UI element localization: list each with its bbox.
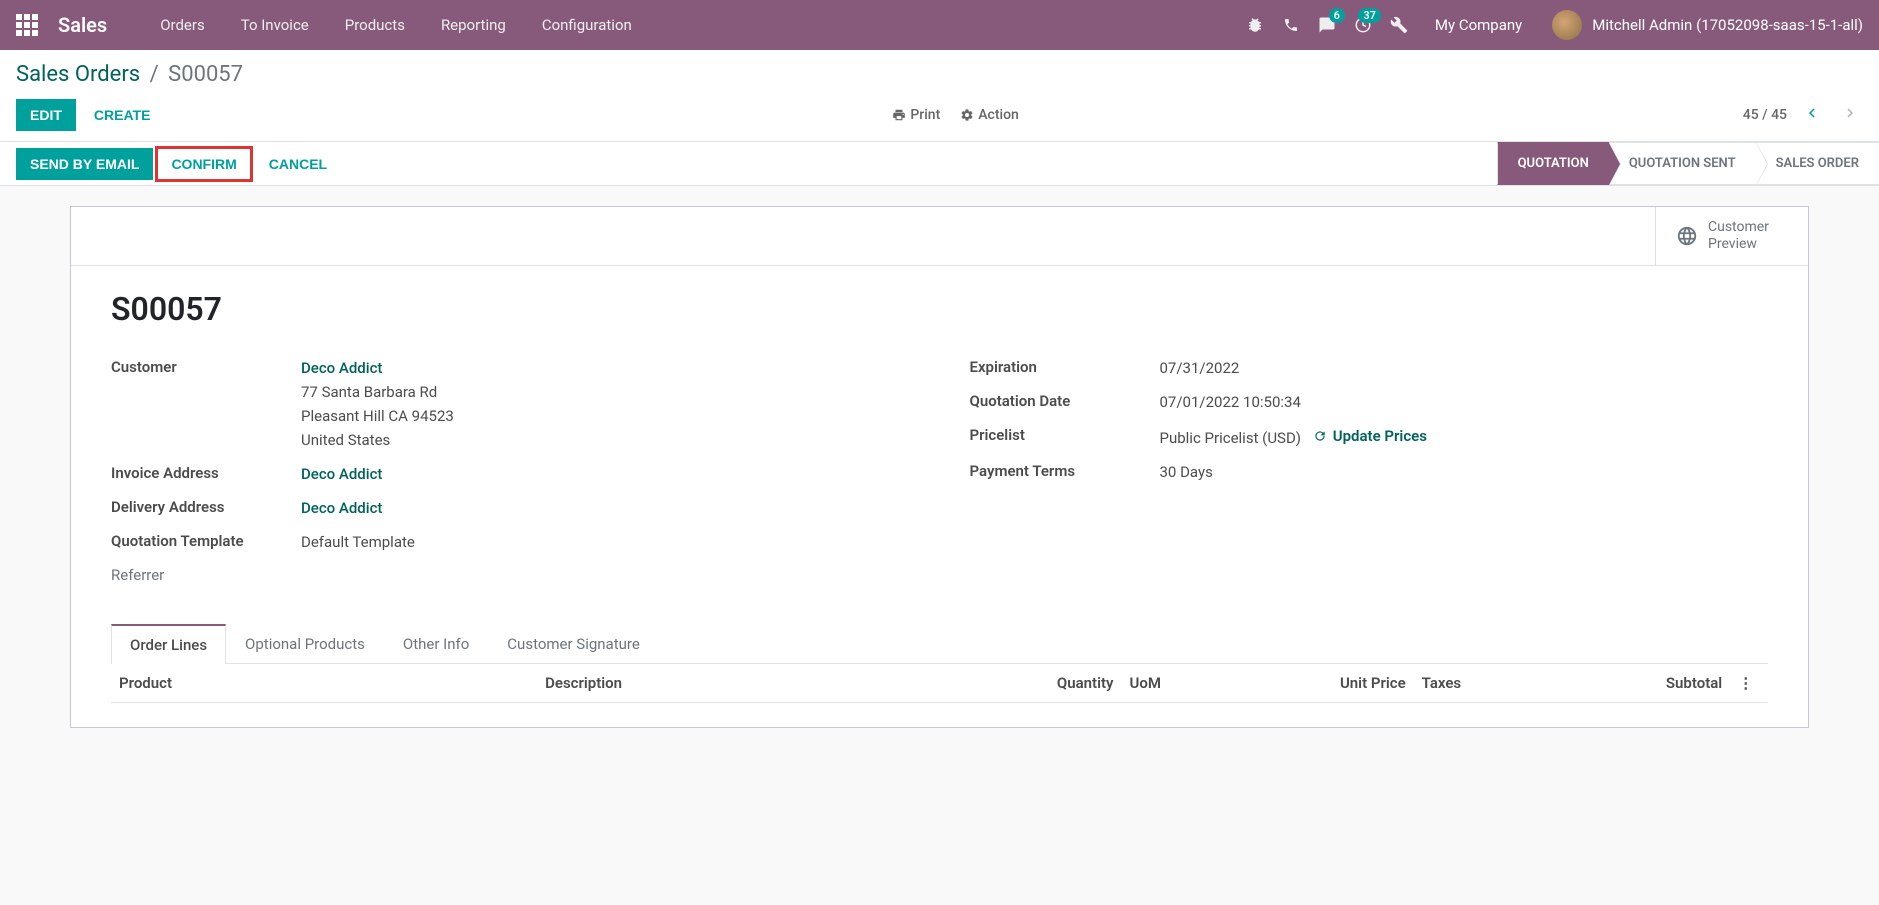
user-name: Mitchell Admin (17052098-saas-15-1-all) <box>1592 16 1863 34</box>
label-referrer: Referrer <box>111 564 301 584</box>
breadcrumb: Sales Orders / S00057 <box>16 62 243 87</box>
tab-order-lines[interactable]: Order Lines <box>111 624 226 664</box>
cancel-button[interactable]: CANCEL <box>255 148 341 180</box>
nav-orders[interactable]: Orders <box>142 0 223 50</box>
form-sheet: Customer Preview S00057 Customer Deco Ad… <box>70 206 1809 728</box>
delivery-address-link[interactable]: Deco Addict <box>301 499 382 517</box>
pricelist-value: Public Pricelist (USD) <box>1160 429 1302 447</box>
pager[interactable]: 45 / 45 <box>1743 107 1787 123</box>
update-prices-label: Update Prices <box>1333 424 1427 448</box>
customer-country: United States <box>301 431 390 449</box>
breadcrumb-root[interactable]: Sales Orders <box>16 62 140 87</box>
th-description[interactable]: Description <box>537 664 963 703</box>
nav-reporting[interactable]: Reporting <box>423 0 524 50</box>
company-switcher[interactable]: My Company <box>1417 16 1540 34</box>
pager-next-icon[interactable] <box>1837 100 1863 130</box>
messaging-badge: 6 <box>1329 8 1345 23</box>
expiration-value: 07/31/2022 <box>1160 356 1769 380</box>
label-expiration: Expiration <box>970 356 1160 380</box>
status-sales-order[interactable]: SALES ORDER <box>1756 142 1879 185</box>
activities-badge: 37 <box>1358 8 1381 23</box>
action-label: Action <box>978 107 1019 123</box>
record-title: S00057 <box>111 290 1768 328</box>
payment-terms-value: 30 Days <box>1160 460 1769 484</box>
status-quotation-sent[interactable]: QUOTATION SENT <box>1609 142 1756 185</box>
order-lines-table: Product Description Quantity UoM Unit Pr… <box>111 664 1768 703</box>
status-quotation[interactable]: QUOTATION <box>1497 142 1609 185</box>
top-navbar: Sales Orders To Invoice Products Reporti… <box>0 0 1879 50</box>
customer-preview-button[interactable]: Customer Preview <box>1655 207 1808 265</box>
label-customer: Customer <box>111 356 301 452</box>
th-uom[interactable]: UoM <box>1121 664 1267 703</box>
th-unit-price[interactable]: Unit Price <box>1268 664 1414 703</box>
breadcrumb-current: S00057 <box>168 62 243 87</box>
apps-icon[interactable] <box>16 14 38 36</box>
globe-icon <box>1676 225 1698 247</box>
referrer-value <box>301 564 910 584</box>
label-quotation-date: Quotation Date <box>970 390 1160 414</box>
pager-prev-icon[interactable] <box>1799 100 1825 130</box>
form-container: Customer Preview S00057 Customer Deco Ad… <box>0 186 1879 748</box>
messaging-icon[interactable]: 6 <box>1309 0 1345 50</box>
phone-icon[interactable] <box>1273 0 1309 50</box>
control-panel: Sales Orders / S00057 EDIT CREATE Print … <box>0 50 1879 142</box>
tab-other-info[interactable]: Other Info <box>384 624 488 664</box>
tabs: Order Lines Optional Products Other Info… <box>111 624 1768 664</box>
th-options[interactable]: ⋮ <box>1730 664 1768 703</box>
user-avatar <box>1552 10 1582 40</box>
customer-preview-label: Customer Preview <box>1708 219 1788 253</box>
button-box: Customer Preview <box>71 207 1808 266</box>
activities-icon[interactable]: 37 <box>1345 0 1381 50</box>
label-delivery-address: Delivery Address <box>111 496 301 520</box>
customer-address-line1: 77 Santa Barbara Rd <box>301 383 437 401</box>
refresh-icon <box>1313 429 1327 443</box>
print-dropdown[interactable]: Print <box>892 107 940 123</box>
th-taxes[interactable]: Taxes <box>1414 664 1584 703</box>
invoice-address-link[interactable]: Deco Addict <box>301 465 382 483</box>
quotation-template-value: Default Template <box>301 530 910 554</box>
statusbar: SEND BY EMAIL CONFIRM CANCEL QUOTATION Q… <box>0 142 1879 186</box>
quotation-date-value: 07/01/2022 10:50:34 <box>1160 390 1769 414</box>
th-product[interactable]: Product <box>111 664 537 703</box>
label-payment-terms: Payment Terms <box>970 460 1160 484</box>
update-prices-button[interactable]: Update Prices <box>1313 424 1427 448</box>
label-pricelist: Pricelist <box>970 424 1160 450</box>
tab-customer-signature[interactable]: Customer Signature <box>488 624 659 664</box>
th-subtotal[interactable]: Subtotal <box>1584 664 1730 703</box>
tools-icon[interactable] <box>1381 0 1417 50</box>
edit-button[interactable]: EDIT <box>16 99 76 131</box>
label-quotation-template: Quotation Template <box>111 530 301 554</box>
nav-configuration[interactable]: Configuration <box>524 0 650 50</box>
debug-icon[interactable] <box>1237 0 1273 50</box>
app-brand[interactable]: Sales <box>58 13 107 37</box>
customer-link[interactable]: Deco Addict <box>301 359 382 377</box>
tab-optional-products[interactable]: Optional Products <box>226 624 384 664</box>
label-invoice-address: Invoice Address <box>111 462 301 486</box>
nav-to-invoice[interactable]: To Invoice <box>223 0 327 50</box>
send-email-button[interactable]: SEND BY EMAIL <box>16 148 153 180</box>
print-label: Print <box>910 107 940 123</box>
action-dropdown[interactable]: Action <box>960 107 1019 123</box>
th-quantity[interactable]: Quantity <box>963 664 1121 703</box>
customer-address-line2: Pleasant Hill CA 94523 <box>301 407 454 425</box>
create-button[interactable]: CREATE <box>80 99 165 131</box>
confirm-button[interactable]: CONFIRM <box>157 148 250 180</box>
user-menu[interactable]: Mitchell Admin (17052098-saas-15-1-all) <box>1540 10 1863 40</box>
nav-products[interactable]: Products <box>327 0 423 50</box>
